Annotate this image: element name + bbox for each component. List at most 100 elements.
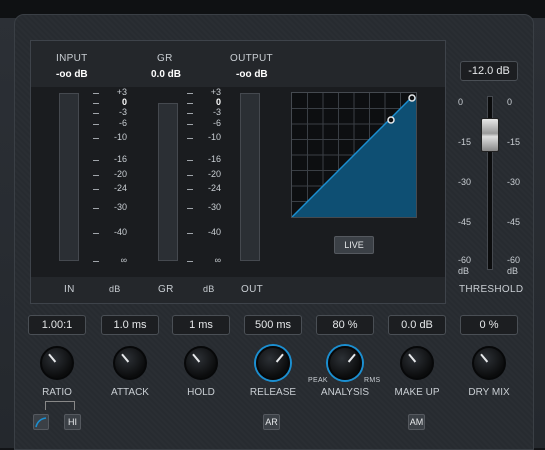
threshold-readout[interactable]: -12.0 dB (460, 61, 518, 81)
drymix-knob[interactable] (472, 346, 506, 380)
analysis-rms-label: RMS (364, 377, 381, 384)
meter-scale-tick (187, 261, 193, 262)
meter-scale-label: +3 (116, 87, 127, 97)
meter-scale-label: -6 (212, 118, 221, 128)
meter-scale-label: ∞ (214, 255, 221, 265)
attack-label: ATTACK (111, 387, 149, 398)
threshold-scale-label-left: -60 (458, 255, 472, 265)
meter-scale-label: -40 (113, 227, 127, 237)
hold-readout[interactable]: 1 ms (172, 315, 230, 335)
meter-scale-tick (93, 113, 99, 114)
meter-scale-label: ∞ (120, 255, 127, 265)
soft-knee-button[interactable] (33, 414, 49, 430)
meter-scale-label: 0 (215, 97, 221, 107)
meter-scale-label: -3 (212, 107, 221, 117)
threshold-unit-right: dB (507, 266, 519, 276)
hold-knob[interactable] (184, 346, 218, 380)
meter-scale-tick (93, 208, 99, 209)
attack-knob[interactable] (113, 346, 147, 380)
threshold-scale-label-right: -30 (507, 177, 521, 187)
soft-knee-icon (35, 417, 47, 428)
meter-scale-label: -6 (118, 118, 127, 128)
input-meter-footer: IN (64, 284, 75, 295)
meter-scale-tick (93, 189, 99, 190)
input-meter-title: INPUT (56, 53, 88, 64)
meter-scale-label: -10 (113, 132, 127, 142)
release-readout[interactable]: 500 ms (244, 315, 302, 335)
makeup-label: MAKE UP (394, 387, 440, 398)
output-meter-title: OUTPUT (230, 53, 273, 64)
analysis-peak-label: PEAK (308, 377, 328, 384)
release-label: RELEASE (249, 387, 297, 398)
meter-scale-label: 0 (121, 97, 127, 107)
threshold-scale-label-right: -15 (507, 137, 521, 147)
meter-scale-tick (93, 233, 99, 234)
threshold-scale-label-right: -60 (507, 255, 521, 265)
meter-scale-label: -40 (207, 227, 221, 237)
ratio-handle[interactable] (408, 94, 416, 102)
makeup-readout[interactable]: 0.0 dB (388, 315, 446, 335)
meter-scale-tick (187, 124, 193, 125)
auto-release-button[interactable]: AR (263, 414, 280, 430)
meter-scale-tick (187, 113, 193, 114)
release-knob[interactable] (256, 346, 290, 380)
meter-scale-label: -20 (113, 169, 127, 179)
drymix-readout[interactable]: 0 % (460, 315, 518, 335)
threshold-handle[interactable] (387, 116, 395, 124)
gr-meter-value: 0.0 dB (151, 69, 182, 80)
meter-scale-tick (93, 138, 99, 139)
gr-meter-bar (158, 103, 178, 261)
attack-readout[interactable]: 1.0 ms (101, 315, 159, 335)
output-meter-footer: OUT (241, 284, 264, 295)
auto-makeup-button[interactable]: AM (408, 414, 425, 430)
analysis-label: ANALYSIS (320, 387, 370, 398)
meter-scale-tick (187, 138, 193, 139)
analysis-knob[interactable] (328, 346, 362, 380)
input-meter-value: -oo dB (56, 69, 88, 80)
input-meter-bar (59, 93, 79, 261)
meter-scale-label: -16 (113, 154, 127, 164)
analysis-readout[interactable]: 80 % (316, 315, 374, 335)
meter-scale-tick (187, 175, 193, 176)
ratio-knob[interactable] (40, 346, 74, 380)
transfer-curve-svg (291, 93, 416, 218)
meter-scale-tick (187, 93, 193, 94)
threshold-scale-label-left: 0 (458, 97, 464, 107)
meter-header (31, 41, 445, 87)
meter-scale-tick (187, 208, 193, 209)
meter-db-unit-right: dB (203, 284, 215, 294)
hi-button[interactable]: HI (64, 414, 81, 430)
gr-meter-title: GR (157, 53, 173, 64)
transfer-curve-graph[interactable] (291, 92, 417, 218)
meter-scale-tick (93, 93, 99, 94)
live-button[interactable]: LIVE (334, 236, 374, 254)
meter-scale-tick (93, 124, 99, 125)
meter-scale-label: -16 (207, 154, 221, 164)
makeup-knob[interactable] (400, 346, 434, 380)
meter-scale-label: -24 (113, 183, 127, 193)
meter-footer (31, 277, 445, 303)
meter-scale-tick (93, 261, 99, 262)
meter-scale-tick (93, 175, 99, 176)
threshold-slider-handle[interactable] (481, 118, 499, 152)
threshold-unit-left: dB (458, 266, 470, 276)
compressor-plugin: INPUT -oo dB GR 0.0 dB OUTPUT -oo dB +3 0… (0, 0, 545, 450)
drymix-label: DRY MIX (468, 387, 510, 398)
meter-scale-tick (93, 160, 99, 161)
meter-scale-label: -3 (118, 107, 127, 117)
meter-scale-label: +3 (210, 87, 221, 97)
ratio-readout[interactable]: 1.00:1 (28, 315, 86, 335)
meter-scale-label: -30 (113, 202, 127, 212)
meter-scale-label: -10 (207, 132, 221, 142)
meter-scale-label: -30 (207, 202, 221, 212)
output-meter-value: -oo dB (236, 69, 268, 80)
output-meter-bar (240, 93, 260, 261)
meter-scale-tick (187, 233, 193, 234)
meter-scale-tick (187, 189, 193, 190)
hold-label: HOLD (187, 387, 215, 398)
gr-meter-footer: GR (158, 284, 174, 295)
threshold-scale-label-left: -45 (458, 217, 472, 227)
threshold-scale-label-left: -15 (458, 137, 472, 147)
ratio-label: RATIO (42, 387, 72, 398)
meter-scale-tick (187, 160, 193, 161)
